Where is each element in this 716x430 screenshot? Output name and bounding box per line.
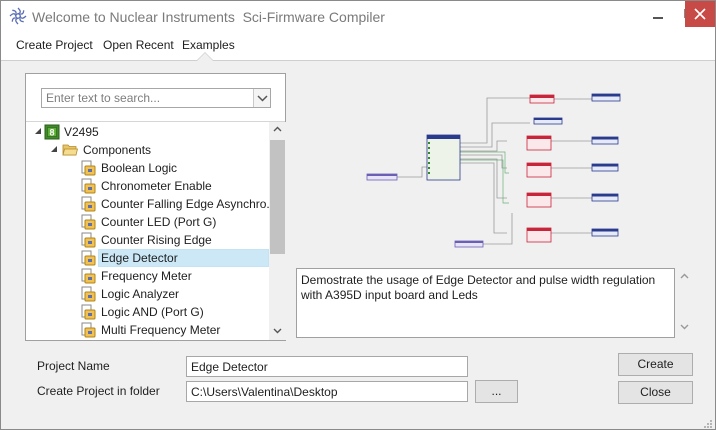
tree-item-label: Counter Rising Edge <box>101 233 212 247</box>
tree-item-label: Logic Analyzer <box>101 287 180 301</box>
expanded-arrow-icon[interactable] <box>50 145 58 153</box>
example-project-icon <box>81 178 96 194</box>
search-box[interactable] <box>41 88 271 108</box>
resize-grip-icon[interactable] <box>702 418 713 429</box>
tree-item-label: Chronometer Enable <box>101 179 212 193</box>
project-folder-label: Create Project in folder <box>37 384 160 398</box>
expanded-arrow-icon[interactable] <box>34 127 42 135</box>
tab-bar: Create Project Open Recent Examples <box>1 31 715 61</box>
tree-scrollbar[interactable] <box>269 122 286 340</box>
examples-panel: 8 V2495 Components Boolean Logic <box>25 73 286 341</box>
tree-root-label: V2495 <box>64 125 99 139</box>
example-preview-diagram <box>366 93 621 248</box>
tree-item-logic-analyzer[interactable]: Logic Analyzer <box>26 285 269 303</box>
tree-item-label: Edge Detector <box>101 251 178 265</box>
example-project-icon <box>81 196 96 212</box>
board-chip-icon: 8 <box>44 124 60 140</box>
example-project-icon <box>81 232 96 248</box>
description-box[interactable]: Demostrate the usage of Edge Detector an… <box>296 268 675 338</box>
description-text: Demostrate the usage of Edge Detector an… <box>301 273 656 302</box>
example-project-icon <box>81 304 96 320</box>
search-input[interactable] <box>42 89 252 107</box>
example-project-icon <box>81 268 96 284</box>
svg-text:8: 8 <box>49 128 54 138</box>
tab-examples[interactable]: Examples <box>182 38 235 52</box>
folder-open-icon <box>62 144 78 156</box>
scroll-up-icon[interactable] <box>680 273 689 279</box>
browse-folder-button[interactable]: ... <box>475 380 518 403</box>
tree-item-boolean-logic[interactable]: Boolean Logic <box>26 159 269 177</box>
description-scrollbar[interactable] <box>676 268 693 338</box>
chevron-down-icon <box>257 95 268 102</box>
tree-item-counter-led[interactable]: Counter LED (Port G) <box>26 213 269 231</box>
example-project-icon <box>81 286 96 302</box>
tree-item-counter-falling-edge[interactable]: Counter Falling Edge Asynchro... <box>26 195 269 213</box>
tree-item-chronometer-enable[interactable]: Chronometer Enable <box>26 177 269 195</box>
project-name-input[interactable] <box>186 356 468 377</box>
example-project-icon <box>81 250 96 266</box>
scrollbar-thumb[interactable] <box>270 140 285 254</box>
project-name-label: Project Name <box>37 359 110 373</box>
tree-item-label: Frequency Meter <box>101 269 192 283</box>
minimize-button[interactable] <box>643 1 673 27</box>
example-project-icon <box>81 160 96 176</box>
tree-item-label: Logic AND (Port G) <box>101 305 204 319</box>
example-project-icon <box>81 322 96 338</box>
scroll-down-icon[interactable] <box>273 328 282 334</box>
app-window: Welcome to Nuclear Instruments Sci-Firmw… <box>0 0 716 430</box>
close-button[interactable]: Close <box>618 381 693 404</box>
tree-item-label: Counter Falling Edge Asynchro... <box>101 197 269 211</box>
tree-item-frequency-meter[interactable]: Frequency Meter <box>26 267 269 285</box>
tab-selection-indicator <box>197 53 213 61</box>
tree-item-edge-detector[interactable]: Edge Detector <box>26 249 269 267</box>
scroll-up-icon[interactable] <box>273 126 282 132</box>
minimize-icon <box>653 17 663 19</box>
title-bar[interactable]: Welcome to Nuclear Instruments Sci-Firmw… <box>1 1 715 31</box>
tree-item-label: Multi Frequency Meter <box>101 323 221 337</box>
tree-root-v2495[interactable]: 8 V2495 <box>26 123 269 141</box>
tab-create-project[interactable]: Create Project <box>16 38 93 52</box>
create-button[interactable]: Create <box>618 353 693 376</box>
tab-open-recent[interactable]: Open Recent <box>103 38 174 52</box>
tree-folder-label: Components <box>83 143 152 157</box>
scroll-down-icon[interactable] <box>680 324 689 330</box>
tree-item-logic-and[interactable]: Logic AND (Port G) <box>26 303 269 321</box>
tree-folder-components[interactable]: Components <box>26 141 269 159</box>
project-folder-input[interactable] <box>186 381 468 402</box>
examples-tree: 8 V2495 Components Boolean Logic Chronom… <box>26 122 269 340</box>
close-icon <box>694 8 706 20</box>
tree-item-counter-rising-edge[interactable]: Counter Rising Edge <box>26 231 269 249</box>
close-window-button[interactable] <box>685 1 715 27</box>
tree-item-label: Counter LED (Port G) <box>101 215 217 229</box>
window-title: Welcome to Nuclear Instruments Sci-Firmw… <box>32 9 385 25</box>
tree-item-label: Boolean Logic <box>101 161 178 175</box>
search-dropdown-button[interactable] <box>253 89 270 107</box>
example-project-icon <box>81 214 96 230</box>
tree-item-multi-frequency-meter[interactable]: Multi Frequency Meter <box>26 321 269 339</box>
app-logo-icon <box>9 7 27 25</box>
